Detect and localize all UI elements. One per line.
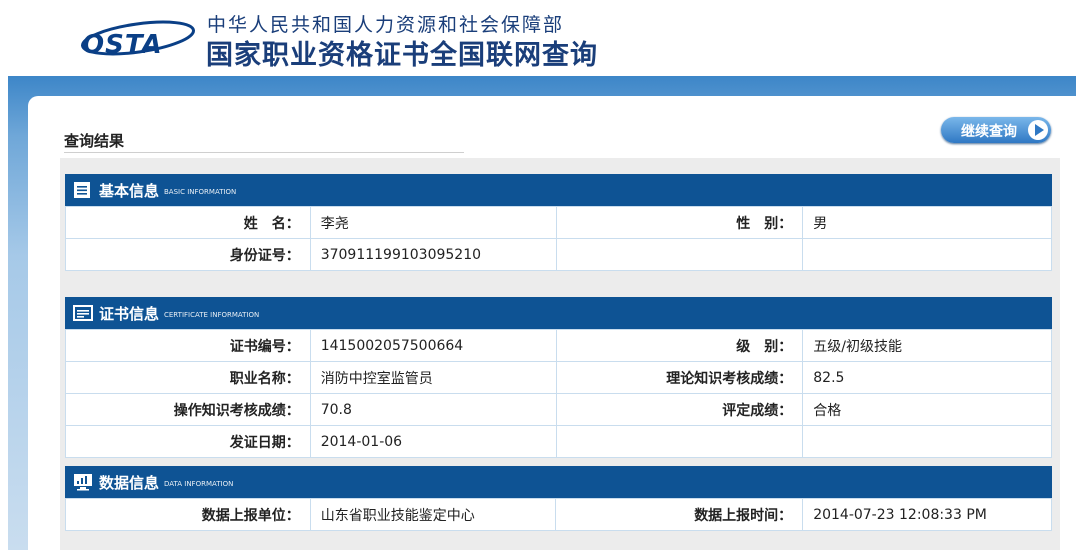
empty-cell — [802, 238, 1052, 271]
main-panel: 查询结果 继续查询 基本信息 BASIC INFORMATION 姓 名： 李尧… — [28, 96, 1076, 550]
issue-date-label: 发证日期： — [65, 425, 311, 458]
cert-no-label: 证书编号： — [65, 329, 311, 362]
level-value: 五级/初级技能 — [802, 329, 1052, 362]
table-row: 证书编号： 1415002057500664 级 别： 五级/初级技能 — [65, 329, 1052, 362]
section-header-data: 数据信息 DATA INFORMATION — [65, 466, 1052, 498]
level-label: 级 别： — [555, 329, 804, 362]
evaluation-label: 评定成绩： — [555, 393, 804, 426]
empty-cell — [802, 425, 1052, 458]
section-title-data-en: DATA INFORMATION — [164, 480, 234, 488]
continue-query-label: 继续查询 — [961, 124, 1017, 140]
section-title-certificate: 证书信息 — [99, 305, 160, 323]
name-label: 姓 名： — [65, 206, 311, 239]
report-unit-value: 山东省职业技能鉴定中心 — [309, 498, 557, 531]
evaluation-value: 合格 — [802, 393, 1052, 426]
table-row: 职业名称： 消防中控室监管员 理论知识考核成绩： 82.5 — [65, 361, 1052, 394]
empty-cell — [555, 238, 804, 271]
empty-cell — [555, 425, 804, 458]
osta-logo: OSTA — [78, 14, 196, 62]
document-list-icon — [73, 181, 91, 199]
section-header-basic: 基本信息 BASIC INFORMATION — [65, 174, 1052, 206]
issue-date-value: 2014-01-06 — [309, 425, 557, 458]
basic-info-table: 姓 名： 李尧 性 别： 男 身份证号： 370911199103095210 — [65, 206, 1052, 271]
monitor-chart-icon — [73, 473, 92, 491]
occupation-value: 消防中控室监管员 — [309, 361, 557, 394]
page-title: 查询结果 — [64, 132, 125, 150]
theory-score-label: 理论知识考核成绩： — [555, 361, 804, 394]
section-title-basic-en: BASIC INFORMATION — [164, 188, 237, 196]
certificate-info-table: 证书编号： 1415002057500664 级 别： 五级/初级技能 职业名称… — [65, 329, 1052, 458]
theory-score-value: 82.5 — [802, 361, 1052, 394]
cert-no-value: 1415002057500664 — [309, 329, 557, 362]
report-unit-label: 数据上报单位： — [65, 498, 311, 531]
result-content: 基本信息 BASIC INFORMATION 姓 名： 李尧 性 别： 男 身份… — [60, 158, 1060, 550]
id-value: 370911199103095210 — [309, 238, 557, 271]
site-title: 国家职业资格证书全国联网查询 — [206, 40, 598, 71]
table-row: 发证日期： 2014-01-06 — [65, 425, 1052, 458]
continue-query-button[interactable]: 继续查询 — [941, 117, 1051, 143]
report-time-value: 2014-07-23 12:08:33 PM — [802, 498, 1052, 531]
gender-label: 性 别： — [555, 206, 804, 239]
table-row: 身份证号： 370911199103095210 — [65, 238, 1052, 271]
play-arrow-icon — [1028, 120, 1048, 140]
table-row: 数据上报单位： 山东省职业技能鉴定中心 数据上报时间： 2014-07-23 1… — [65, 498, 1052, 531]
name-value: 李尧 — [309, 206, 557, 239]
table-row: 姓 名： 李尧 性 别： 男 — [65, 206, 1052, 239]
operation-score-value: 70.8 — [309, 393, 557, 426]
report-time-label: 数据上报时间： — [555, 498, 804, 531]
id-label: 身份证号： — [65, 238, 311, 271]
certificate-icon — [73, 304, 93, 322]
occupation-label: 职业名称： — [65, 361, 311, 394]
section-title-data: 数据信息 — [99, 474, 160, 492]
gender-value: 男 — [802, 206, 1052, 239]
table-row: 操作知识考核成绩： 70.8 评定成绩： 合格 — [65, 393, 1052, 426]
section-header-certificate: 证书信息 CERTIFICATE INFORMATION — [65, 297, 1052, 329]
data-info-table: 数据上报单位： 山东省职业技能鉴定中心 数据上报时间： 2014-07-23 1… — [65, 498, 1052, 531]
section-title-basic: 基本信息 — [99, 182, 160, 200]
section-title-certificate-en: CERTIFICATE INFORMATION — [164, 311, 260, 319]
operation-score-label: 操作知识考核成绩： — [65, 393, 311, 426]
site-header: OSTA 中华人民共和国人力资源和社会保障部 国家职业资格证书全国联网查询 — [0, 0, 1076, 76]
title-divider — [64, 152, 464, 153]
logo-text: OSTA — [82, 30, 163, 60]
